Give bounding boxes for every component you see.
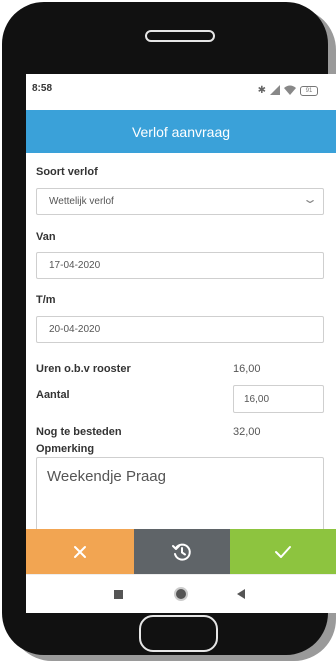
phone-frame: 8:58 ✱ 91 Verlof aanvraag Soort verlof W… [2,2,336,655]
amount-value: 16,00 [244,394,270,405]
phone-screen: 8:58 ✱ 91 Verlof aanvraag Soort verlof W… [26,74,336,613]
until-date-value: 20-04-2020 [49,324,101,335]
check-icon [275,545,291,558]
chevron-down-icon: ⌄ [301,192,319,206]
remark-label: Opmerking [36,443,95,455]
page-title: Verlof aanvraag [131,123,231,140]
bluetooth-icon: ✱ [257,85,266,96]
home-button[interactable] [139,615,218,652]
status-time: 8:58 [32,83,53,94]
status-icons: ✱ 91 [258,82,318,100]
cancel-button[interactable] [26,529,134,574]
signal-icon [270,82,280,100]
android-nav-bar [26,574,336,613]
action-bar [26,529,336,574]
leave-type-label: Soort verlof [36,166,98,178]
battery-level: 91 [305,88,313,94]
home-icon[interactable] [174,587,188,601]
leave-type-select[interactable]: Wettelijk verlof ⌄ [36,188,324,215]
remark-value: Weekendje Praag [47,468,166,485]
amount-label: Aantal [36,389,70,401]
speaker-grille [145,30,215,42]
confirm-button[interactable] [230,529,336,574]
roster-hours-label: Uren o.b.v rooster [36,363,131,375]
from-date-value: 17-04-2020 [49,260,101,271]
remaining-label: Nog te besteden [36,426,122,438]
from-date-field[interactable]: 17-04-2020 [36,252,324,279]
status-bar: 8:58 ✱ 91 [26,74,336,110]
history-icon [172,543,191,561]
roster-hours-value: 16,00 [233,363,261,375]
remark-textarea[interactable]: Weekendje Praag [36,457,324,537]
leave-type-value: Wettelijk verlof [49,196,114,207]
app-bar: Verlof aanvraag [26,110,336,153]
wifi-icon [284,82,296,100]
until-date-field[interactable]: 20-04-2020 [36,316,324,343]
battery-icon: 91 [300,86,318,96]
from-date-label: Van [36,231,56,243]
close-icon [74,545,86,558]
until-date-label: T/m [36,294,56,306]
history-button[interactable] [134,529,230,574]
recents-icon[interactable] [114,590,123,599]
back-icon[interactable] [237,589,245,599]
remaining-value: 32,00 [233,426,261,438]
amount-input[interactable]: 16,00 [233,385,324,413]
